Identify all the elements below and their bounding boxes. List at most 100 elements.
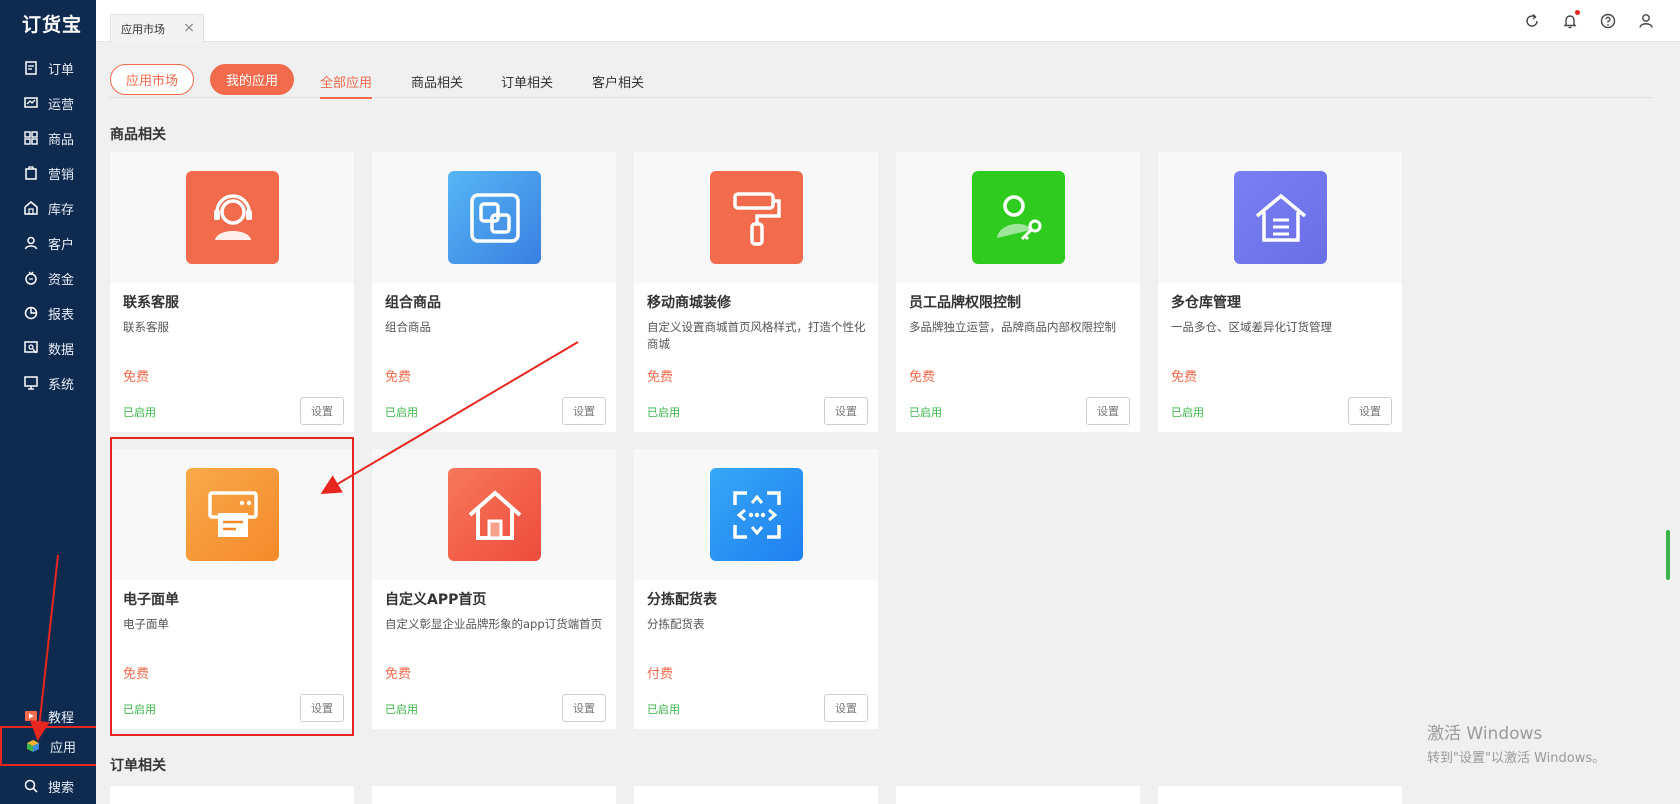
operation-icon xyxy=(24,96,38,110)
app-card[interactable]: 联系客服 联系客服 免费 已启用 设置 xyxy=(110,152,354,432)
sidebar-item-reports[interactable]: 报表 xyxy=(0,298,96,328)
app-description: 一品多仓、区域差异化订货管理 xyxy=(1171,320,1332,334)
windows-activation-watermark: 激活 Windows 转到"设置"以激活 Windows。 xyxy=(1427,719,1605,766)
sidebar-item-label: 应用 xyxy=(50,740,77,756)
tab-order-related[interactable]: 订单相关 xyxy=(501,72,553,97)
app-status: 已启用 xyxy=(909,406,942,419)
sidebar-item-money[interactable]: 资金 xyxy=(0,263,96,293)
my-apps-pill[interactable]: 我的应用 xyxy=(210,64,294,95)
sidebar-item-label: 资金 xyxy=(48,272,75,288)
close-icon[interactable]: × xyxy=(183,20,195,36)
settings-button[interactable]: 设置 xyxy=(562,397,606,425)
app-card[interactable]: 移动商城装修 自定义设置商城首页风格样式，打造个性化商城 免费 已启用 设置 xyxy=(634,152,878,432)
app-name: 分拣配货表 xyxy=(647,592,717,608)
app-price: 免费 xyxy=(1171,370,1198,385)
sidebar-item-label: 报表 xyxy=(48,307,75,323)
home-icon xyxy=(448,468,541,561)
filter-bar: 应用市场 我的应用 全部应用 商品相关 订单相关 客户相关 xyxy=(110,64,1654,99)
money-icon xyxy=(24,271,38,285)
watermark-line2: 转到"设置"以激活 Windows。 xyxy=(1427,751,1606,766)
app-card[interactable]: 分拣配货表 分拣配货表 付费 已启用 设置 xyxy=(634,449,878,729)
app-description: 联系客服 xyxy=(123,320,169,334)
app-description: 自定义设置商城首页风格样式，打造个性化商城 xyxy=(647,320,866,351)
sidebar-item-apps[interactable]: 应用 xyxy=(0,726,101,766)
sidebar-item-orders[interactable]: 订单 xyxy=(0,53,96,83)
tab-all-apps[interactable]: 全部应用 xyxy=(320,72,373,99)
section-title-orders: 订单相关 xyxy=(110,758,166,774)
tab-label: 应用市场 xyxy=(121,22,165,36)
order-icon xyxy=(24,61,38,75)
settings-button[interactable]: 设置 xyxy=(824,397,868,425)
sidebar-item-products[interactable]: 商品 xyxy=(0,123,96,153)
user-icon[interactable] xyxy=(1638,13,1654,29)
app-status: 已启用 xyxy=(123,406,156,419)
settings-button[interactable]: 设置 xyxy=(300,397,344,425)
sidebar-item-system[interactable]: 系统 xyxy=(0,368,96,398)
help-icon[interactable] xyxy=(1600,13,1616,29)
app-status: 已启用 xyxy=(647,703,680,716)
app-description: 自定义彰显企业品牌形象的app订货端首页 xyxy=(385,617,603,631)
tab-customer-related[interactable]: 客户相关 xyxy=(592,72,644,97)
card-partial xyxy=(372,786,616,804)
sidebar-item-label: 搜索 xyxy=(48,780,75,796)
app-description: 组合商品 xyxy=(385,320,431,334)
tab-app-market[interactable]: 应用市场 × xyxy=(110,14,204,42)
app-market-pill[interactable]: 应用市场 xyxy=(110,64,194,95)
app-icon xyxy=(26,739,40,753)
sidebar-item-label: 营销 xyxy=(48,167,75,183)
app-card[interactable]: 自定义APP首页 自定义彰显企业品牌形象的app订货端首页 免费 已启用 设置 xyxy=(372,449,616,729)
app-card[interactable]: 组合商品 组合商品 免费 已启用 设置 xyxy=(372,152,616,432)
app-description: 多品牌独立运营，品牌商品内部权限控制 xyxy=(909,320,1116,334)
app-name: 自定义APP首页 xyxy=(385,592,487,608)
top-bar: 应用市场 × xyxy=(96,0,1680,42)
sidebar-item-label: 教程 xyxy=(48,710,75,726)
inventory-icon xyxy=(24,201,38,215)
settings-button[interactable]: 设置 xyxy=(1348,397,1392,425)
sidebar-item-data[interactable]: 数据 xyxy=(0,333,96,363)
scrollbar-thumb[interactable] xyxy=(1666,530,1670,580)
settings-button[interactable]: 设置 xyxy=(562,694,606,722)
app-name: 多仓库管理 xyxy=(1171,295,1241,311)
sidebar-item-inventory[interactable]: 库存 xyxy=(0,193,96,223)
tab-product-related[interactable]: 商品相关 xyxy=(411,72,463,97)
app-price: 免费 xyxy=(123,370,150,385)
settings-button[interactable]: 设置 xyxy=(1086,397,1130,425)
sidebar: 订货宝 订单 运营 商品 营销 库存 客户 资金 报表 数据 系统 教程 应用 … xyxy=(0,0,101,804)
customer-icon xyxy=(24,236,38,250)
app-price: 付费 xyxy=(647,667,674,682)
sidebar-item-label: 库存 xyxy=(48,202,75,218)
app-name: 联系客服 xyxy=(123,295,179,311)
sidebar-item-marketing[interactable]: 营销 xyxy=(0,158,96,188)
app-card[interactable]: 员工品牌权限控制 多品牌独立运营，品牌商品内部权限控制 免费 已启用 设置 xyxy=(896,152,1140,432)
highlight-box xyxy=(110,437,354,736)
sidebar-item-label: 运营 xyxy=(48,97,75,113)
search-icon xyxy=(24,779,38,793)
bell-icon[interactable] xyxy=(1562,10,1580,29)
notification-dot xyxy=(1575,10,1580,15)
sorting-icon xyxy=(710,468,803,561)
data-icon xyxy=(24,341,38,355)
scrollbar[interactable] xyxy=(1662,42,1672,804)
sidebar-item-customers[interactable]: 客户 xyxy=(0,228,96,258)
system-icon xyxy=(24,376,38,390)
refresh-icon[interactable] xyxy=(1524,13,1540,29)
app-status: 已启用 xyxy=(1171,406,1204,419)
section-title-products: 商品相关 xyxy=(110,127,166,143)
app-name: 移动商城装修 xyxy=(647,295,731,311)
settings-button[interactable]: 设置 xyxy=(824,694,868,722)
sidebar-item-operation[interactable]: 运营 xyxy=(0,88,96,118)
report-icon xyxy=(24,306,38,320)
app-price: 免费 xyxy=(385,667,412,682)
sidebar-item-label: 数据 xyxy=(48,342,75,358)
card-partial xyxy=(1158,786,1402,804)
sidebar-item-search[interactable]: 搜索 xyxy=(0,771,96,801)
warehouse-icon xyxy=(1234,171,1327,264)
tutorial-icon xyxy=(24,709,38,723)
sidebar-item-label: 客户 xyxy=(48,237,75,253)
marketing-icon xyxy=(24,166,38,180)
card-partial xyxy=(634,786,878,804)
product-icon xyxy=(24,131,38,145)
app-card[interactable]: 多仓库管理 一品多仓、区域差异化订货管理 免费 已启用 设置 xyxy=(1158,152,1402,432)
watermark-line1: 激活 Windows xyxy=(1427,724,1543,744)
app-name: 组合商品 xyxy=(385,295,441,311)
